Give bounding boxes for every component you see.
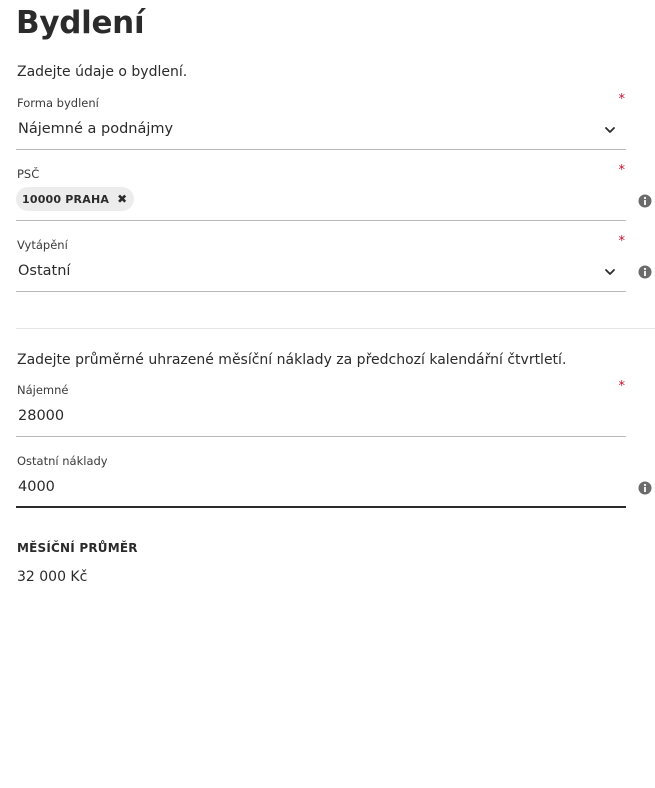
vytapeni-value: Ostatní <box>18 263 71 279</box>
info-icon[interactable] <box>638 194 652 208</box>
psc-chip-label: 10000 PRAHA <box>22 192 110 206</box>
required-marker: * <box>618 92 626 107</box>
field-underline-active <box>16 506 626 508</box>
najemne-input[interactable]: 28000 <box>18 407 64 425</box>
housing-intro-text: Zadejte údaje o bydlení. <box>17 64 188 80</box>
psc-label: PSČ <box>17 167 40 181</box>
najemne-label: Nájemné <box>17 383 69 397</box>
required-marker: * <box>618 234 626 249</box>
chevron-down-icon[interactable] <box>604 266 616 278</box>
vytapeni-label: Vytápění <box>17 238 68 252</box>
forma-bydleni-select[interactable]: Forma bydlení * Nájemné a podnájmy <box>16 92 626 150</box>
required-marker: * <box>618 163 626 178</box>
costs-intro-text: Zadejte průměrné uhrazené měsíční náklad… <box>17 352 567 368</box>
field-underline <box>16 436 626 437</box>
field-underline <box>16 220 626 221</box>
field-underline <box>16 291 626 292</box>
psc-chip: 10000 PRAHA ✖ <box>16 187 135 211</box>
field-underline <box>16 149 626 150</box>
psc-field[interactable]: PSČ * 10000 PRAHA ✖ <box>16 163 626 221</box>
ostatni-naklady-input[interactable]: 4000 <box>18 478 55 496</box>
vytapeni-select[interactable]: Vytápění * Ostatní <box>16 234 626 292</box>
info-icon[interactable] <box>638 265 652 279</box>
monthly-average-label: MĚSÍČNÍ PRŮMĚR <box>17 541 138 555</box>
ostatni-naklady-label: Ostatní náklady <box>17 454 108 468</box>
ostatni-naklady-field[interactable]: Ostatní náklady 4000 <box>16 454 626 508</box>
najemne-field[interactable]: Nájemné * 28000 <box>16 379 626 437</box>
chevron-down-icon[interactable] <box>604 124 616 136</box>
info-icon[interactable] <box>638 481 652 495</box>
page-title: Bydlení <box>16 5 145 41</box>
forma-bydleni-value: Nájemné a podnájmy <box>18 121 174 137</box>
chip-remove-icon[interactable]: ✖ <box>117 193 127 205</box>
monthly-average-value: 32 000 Kč <box>17 569 88 585</box>
required-marker: * <box>618 379 626 394</box>
section-divider <box>16 328 655 329</box>
forma-bydleni-label: Forma bydlení <box>17 96 99 110</box>
